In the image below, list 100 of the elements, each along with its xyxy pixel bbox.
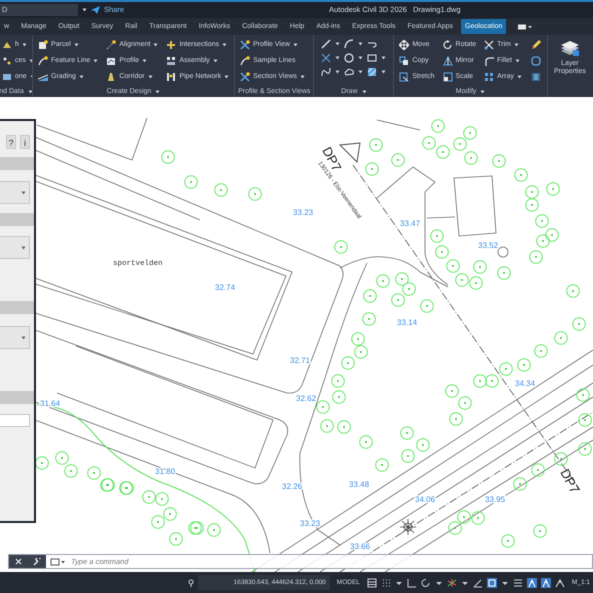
fillet-icon [484,56,494,66]
isometric-icon[interactable] [446,578,457,588]
tree-symbol [513,477,527,491]
tree-symbol [445,384,459,398]
elevation-label: 32.74 [215,283,236,292]
tree-symbol [430,229,444,243]
caret-icon [381,70,386,74]
tree-symbol [155,492,169,506]
tree-symbol [332,390,346,404]
curve-icon [240,56,250,66]
tree-symbol [376,274,390,288]
angle-icon[interactable] [472,578,483,588]
tree-symbol [453,137,467,151]
arc-icon[interactable] [344,39,354,49]
lines-icon[interactable] [512,578,523,588]
tree-symbol [525,185,539,199]
tree-symbol [517,358,531,372]
window-icon[interactable] [518,24,532,30]
caret-icon [82,8,87,12]
annotation-icon[interactable] [526,578,537,588]
selection-icon[interactable] [486,578,497,588]
elevation-label: 31.80 [155,467,176,476]
scale-icon [442,72,453,82]
tree-symbol [457,510,471,524]
triangle-icon [2,40,12,50]
tree-symbol [401,449,415,463]
tree-symbol [554,331,568,345]
caret-icon [381,56,386,60]
command-prompt-icon[interactable] [50,558,66,566]
panel-icon[interactable] [530,72,541,82]
slope-icon [38,72,48,82]
wrench-icon[interactable] [32,558,40,566]
grid-icon[interactable] [366,578,377,588]
polar-icon[interactable] [420,578,431,588]
elevation-label: 32.71 [290,356,310,365]
annotation-icon[interactable] [540,578,551,588]
tree-symbol [375,458,389,472]
tree-symbol [184,175,198,189]
elevation-label: 33.47 [400,219,420,228]
input-field[interactable] [0,414,30,427]
section-header [0,157,34,170]
tree-symbol [473,374,487,388]
tree-symbol [207,523,221,537]
rotate-icon [442,40,453,50]
hatch-icon[interactable] [367,67,378,77]
tree-symbol [320,419,334,433]
caret-icon [358,56,364,60]
caret-icon [21,336,26,340]
elevation-label: 33.14 [397,318,418,327]
crossing-icon [166,40,176,50]
tree-symbol [485,374,499,388]
ortho-icon[interactable] [406,578,417,588]
station-marker: DP7 [557,466,582,496]
dropdown-field[interactable] [0,326,30,349]
dropdown-field[interactable] [0,236,30,259]
help-button[interactable]: ? [6,135,16,149]
profile-icon [106,56,116,66]
dashed-line-icon [106,40,116,50]
tree-symbol [499,362,513,376]
caret-icon [358,70,364,74]
tree-symbol [163,507,177,521]
rounded-square-icon[interactable] [530,56,541,66]
tree-symbol [151,515,165,529]
pipe-icon [166,72,176,82]
close-icon[interactable] [14,558,22,565]
elevation-label: 33.52 [478,241,498,250]
tree-symbol [341,356,355,370]
stretch-icon [399,72,410,82]
tree-symbol [525,198,539,212]
mirror-icon [442,56,453,66]
curve-icon [38,56,48,66]
figure-icon[interactable] [554,578,565,588]
tree-symbol [535,214,549,228]
cloud-icon[interactable] [344,67,354,77]
tree-symbol [362,312,376,326]
tree-symbol [422,136,436,150]
tree-symbol [534,344,548,358]
rectangle-icon[interactable] [367,53,378,63]
tree-symbol [35,456,49,470]
road-icon [106,72,116,82]
dot-grid-icon[interactable] [380,578,391,588]
tree-symbol [359,435,373,449]
tree-symbol [391,153,405,167]
pin-icon[interactable] [188,578,194,586]
line-icon[interactable] [321,39,332,49]
construction-line-icon[interactable] [321,53,332,63]
dropdown-field[interactable] [0,181,30,204]
info-button[interactable]: i [20,135,30,149]
spline-icon[interactable] [321,67,332,77]
tree-symbol [64,464,78,478]
section-header [0,301,34,314]
elevation-label: 33.48 [349,480,370,489]
pencil-icon[interactable] [530,40,541,50]
tree-symbol [431,119,445,133]
tree-symbol [458,396,472,410]
caret-icon [335,70,340,74]
tree-symbol [471,511,485,525]
tree-symbol [455,273,469,287]
circle-icon[interactable] [344,53,354,63]
tree-symbol [365,162,379,176]
